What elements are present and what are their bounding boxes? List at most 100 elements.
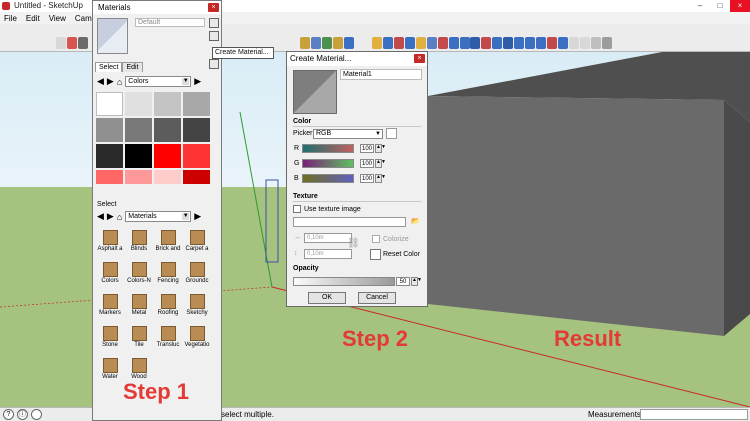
material-folder[interactable]: Metal bbox=[125, 292, 153, 320]
material-folder[interactable]: Blinds bbox=[125, 228, 153, 256]
materials-panel-titlebar[interactable]: Materials × bbox=[93, 1, 221, 14]
close-window-button[interactable]: × bbox=[730, 0, 750, 12]
text-tool-icon[interactable] bbox=[405, 37, 415, 49]
green-slider[interactable] bbox=[302, 159, 354, 168]
lock-aspect-icon[interactable]: ⛓ bbox=[347, 238, 360, 249]
dialog-close-button[interactable]: × bbox=[414, 54, 425, 63]
home-icon[interactable]: ⌂ bbox=[117, 212, 122, 222]
color-swatch[interactable] bbox=[96, 118, 123, 142]
color-swatch[interactable] bbox=[96, 170, 123, 184]
color-swatch[interactable] bbox=[125, 170, 152, 184]
sample-paint-icon[interactable] bbox=[209, 59, 219, 69]
material-folder[interactable]: Roofing bbox=[154, 292, 182, 320]
color-swatch[interactable] bbox=[183, 170, 210, 184]
menu-file[interactable]: File bbox=[4, 14, 17, 23]
protractor-icon[interactable] bbox=[394, 37, 404, 49]
ok-button[interactable]: OK bbox=[308, 292, 346, 304]
zoom-tool-icon[interactable] bbox=[460, 37, 470, 49]
material-folder[interactable]: Fencing bbox=[154, 260, 182, 288]
color-swatch[interactable] bbox=[125, 118, 152, 142]
opacity-slider[interactable] bbox=[293, 277, 395, 286]
materials-library-dropdown[interactable]: Materials ▼ bbox=[125, 211, 192, 222]
color-swatch[interactable] bbox=[154, 118, 181, 142]
previous-view-icon[interactable] bbox=[481, 37, 491, 49]
maximize-button[interactable]: □ bbox=[710, 0, 730, 12]
red-spinner[interactable]: ▲▼ bbox=[375, 144, 386, 153]
display-secondary-pane-icon[interactable] bbox=[209, 18, 219, 28]
material-folder[interactable]: Transluc bbox=[154, 324, 182, 352]
measurements-input[interactable] bbox=[640, 409, 748, 420]
geo-location-icon[interactable]: ? bbox=[3, 409, 14, 420]
pencil-tool-icon[interactable] bbox=[78, 37, 88, 49]
texture-path-input[interactable] bbox=[293, 217, 406, 227]
rotate-tool-icon[interactable] bbox=[322, 37, 332, 49]
material-folder[interactable]: Sketchy bbox=[183, 292, 211, 320]
help-icon[interactable] bbox=[31, 409, 42, 420]
axes-tool-icon[interactable] bbox=[416, 37, 426, 49]
material-folder[interactable]: Asphalt a bbox=[96, 228, 124, 256]
color-swatch[interactable] bbox=[154, 92, 181, 116]
orbit-tool-icon[interactable] bbox=[438, 37, 448, 49]
red-value[interactable]: 100 bbox=[360, 144, 374, 153]
home-icon[interactable]: ⌂ bbox=[117, 77, 122, 87]
select-tool-icon[interactable] bbox=[56, 37, 66, 49]
green-spinner[interactable]: ▲▼ bbox=[375, 159, 386, 168]
box-front-face[interactable] bbox=[428, 96, 724, 336]
material-folder[interactable]: Markers bbox=[96, 292, 124, 320]
reset-color-label[interactable]: Reset Color bbox=[383, 251, 420, 258]
top-view-icon[interactable] bbox=[514, 37, 524, 49]
reset-color-swatch[interactable] bbox=[370, 249, 381, 260]
selected-entity-outline[interactable] bbox=[265, 179, 279, 263]
box-side-face[interactable] bbox=[724, 100, 750, 336]
minimize-button[interactable]: – bbox=[690, 0, 710, 12]
browse-folder-icon[interactable]: 📂 bbox=[411, 217, 420, 225]
shaded-style-icon[interactable] bbox=[602, 37, 612, 49]
zoom-extents-icon[interactable] bbox=[470, 37, 480, 49]
blue-spinner[interactable]: ▲▼ bbox=[375, 174, 386, 183]
iso-view-icon[interactable] bbox=[503, 37, 513, 49]
next-view-icon[interactable] bbox=[492, 37, 502, 49]
hidden-line-style-icon[interactable] bbox=[591, 37, 601, 49]
front-view-icon[interactable] bbox=[525, 37, 535, 49]
material-folder[interactable]: Vegetatio bbox=[183, 324, 211, 352]
color-swatch[interactable] bbox=[183, 144, 210, 168]
use-texture-checkbox[interactable] bbox=[293, 205, 301, 213]
scale-tool-icon[interactable] bbox=[333, 37, 343, 49]
picker-select[interactable]: RGB ▼ bbox=[313, 129, 383, 139]
wireframe-style-icon[interactable] bbox=[580, 37, 590, 49]
blue-slider[interactable] bbox=[302, 174, 354, 183]
opacity-spinner[interactable]: ▲▼ bbox=[411, 277, 422, 286]
forward-arrow-icon[interactable]: ▶ bbox=[107, 211, 114, 222]
push-pull-icon[interactable] bbox=[300, 37, 310, 49]
pan-tool-icon[interactable] bbox=[449, 37, 459, 49]
menu-view[interactable]: View bbox=[49, 14, 66, 23]
opacity-value[interactable]: 50 bbox=[396, 277, 410, 286]
color-swatch[interactable] bbox=[125, 92, 152, 116]
credits-icon[interactable]: ⓘ bbox=[17, 409, 28, 420]
material-name-field[interactable]: Default bbox=[135, 18, 205, 27]
colorize-checkbox[interactable] bbox=[372, 235, 380, 243]
color-swatch[interactable] bbox=[96, 92, 123, 116]
red-slider[interactable] bbox=[302, 144, 354, 153]
material-folder[interactable]: Groundc bbox=[183, 260, 211, 288]
color-swatch[interactable] bbox=[183, 118, 210, 142]
color-swatch[interactable] bbox=[125, 144, 152, 168]
menu-edit[interactable]: Edit bbox=[26, 14, 40, 23]
material-folder[interactable]: Brick and bbox=[154, 228, 182, 256]
material-folder[interactable]: Carpet a bbox=[183, 228, 211, 256]
xray-style-icon[interactable] bbox=[569, 37, 579, 49]
material-folder[interactable]: Tile bbox=[125, 324, 153, 352]
create-material-titlebar[interactable]: Create Material... × bbox=[287, 52, 427, 66]
color-swatch[interactable] bbox=[154, 170, 181, 184]
tab-select[interactable]: Select bbox=[95, 62, 123, 72]
right-view-icon[interactable] bbox=[536, 37, 546, 49]
color-match-swatch[interactable] bbox=[386, 128, 397, 139]
color-swatch[interactable] bbox=[96, 144, 123, 168]
green-value[interactable]: 100 bbox=[360, 159, 374, 168]
back-arrow-icon[interactable]: ◀ bbox=[97, 76, 104, 87]
move-tool-icon[interactable] bbox=[311, 37, 321, 49]
create-material-icon[interactable] bbox=[209, 31, 219, 41]
tape-measure-icon[interactable] bbox=[372, 37, 382, 49]
section-plane-icon[interactable] bbox=[427, 37, 437, 49]
eraser-tool-icon[interactable] bbox=[67, 37, 77, 49]
